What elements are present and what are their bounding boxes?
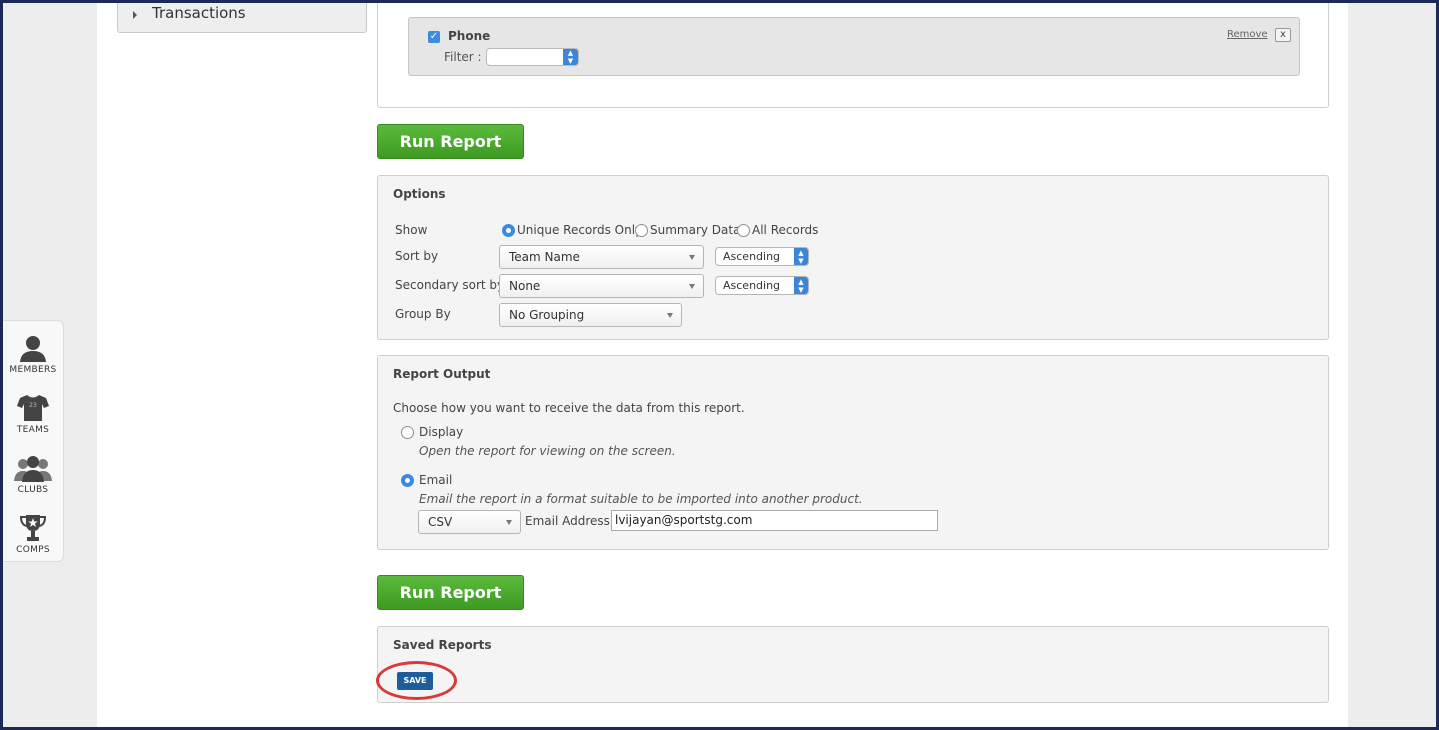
filter-fields-panel: ✓ Phone Filter : ▲ ▼ Remove x: [377, 0, 1329, 108]
group-icon: [14, 456, 52, 482]
radio-display-label: Display: [419, 425, 464, 439]
sort-by-label: Sort by: [395, 249, 439, 263]
secondary-sort-value: None: [509, 279, 541, 293]
trophy-icon: [19, 515, 47, 541]
options-title: Options: [393, 187, 446, 201]
nav-comps-label: COMPS: [16, 545, 50, 555]
group-by-value: No Grouping: [509, 308, 585, 322]
radio-summary-data[interactable]: [635, 224, 648, 237]
nav-members[interactable]: MEMBERS: [2, 333, 64, 375]
report-output-intro: Choose how you want to receive the data …: [393, 401, 745, 415]
secondary-sort-order-value: Ascending: [723, 279, 781, 292]
nav-clubs-label: CLUBS: [17, 485, 49, 495]
options-panel: Options Show Unique Records Only Summary…: [377, 175, 1329, 340]
radio-email-label: Email: [419, 473, 453, 487]
remove-filter-link[interactable]: Remove: [1227, 29, 1268, 40]
select-stepper-icon: ▲ ▼: [563, 49, 578, 65]
email-address-label: Email Address: [525, 514, 610, 528]
chevron-down-icon: [667, 313, 673, 318]
saved-reports-panel: Saved Reports SAVE: [376, 626, 1329, 703]
select-stepper-icon: ▲ ▼: [794, 248, 808, 265]
sort-by-value: Team Name: [509, 250, 580, 264]
nav-members-label: MEMBERS: [9, 365, 57, 375]
email-address-input[interactable]: lvijayan@sportstg.com: [611, 510, 938, 531]
secondary-sort-label: Secondary sort by: [395, 278, 505, 292]
email-description: Email the report in a format suitable to…: [419, 492, 863, 506]
radio-all-records[interactable]: [737, 224, 750, 237]
group-by-select[interactable]: No Grouping: [499, 303, 682, 327]
group-by-label: Group By: [395, 307, 451, 321]
radio-display[interactable]: [401, 426, 414, 439]
chevron-down-icon: [689, 255, 695, 260]
expand-arrow-icon: [133, 11, 137, 19]
member-icon: [20, 336, 46, 362]
run-report-button-bottom[interactable]: Run Report: [377, 575, 524, 610]
run-report-button[interactable]: Run Report: [377, 124, 524, 159]
filter-item-phone: ✓ Phone Filter : ▲ ▼ Remove x: [408, 17, 1300, 76]
nav-teams-label: TEAMS: [16, 425, 50, 435]
sidebar-item-transactions[interactable]: Transactions: [117, 0, 367, 33]
phone-checkbox[interactable]: ✓: [428, 31, 440, 43]
radio-unique-records[interactable]: [502, 224, 515, 237]
sort-order-select[interactable]: Ascending ▲ ▼: [715, 247, 809, 266]
highlight-circle: [376, 661, 457, 700]
radio-all-records-label: All Records: [752, 223, 819, 237]
report-output-panel: Report Output Choose how you want to rec…: [377, 355, 1329, 550]
radio-email[interactable]: [401, 474, 414, 487]
chevron-down-icon: [506, 520, 512, 525]
radio-unique-records-label: Unique Records Only: [517, 223, 643, 237]
left-nav: MEMBERS 23 TEAMS CLUBS COMPS: [2, 320, 64, 562]
nav-teams[interactable]: 23 TEAMS: [2, 393, 64, 435]
sort-by-select[interactable]: Team Name: [499, 245, 704, 269]
format-value: CSV: [428, 515, 453, 529]
display-description: Open the report for viewing on the scree…: [419, 444, 676, 458]
radio-summary-data-label: Summary Data: [650, 223, 741, 237]
secondary-sort-select[interactable]: None: [499, 274, 704, 298]
filter-select[interactable]: ▲ ▼: [486, 48, 579, 66]
format-select[interactable]: CSV: [418, 510, 521, 534]
remove-filter-button[interactable]: x: [1275, 28, 1291, 42]
secondary-sort-order-select[interactable]: Ascending ▲ ▼: [715, 276, 809, 295]
nav-comps[interactable]: COMPS: [2, 513, 64, 555]
jersey-icon: 23: [17, 395, 49, 421]
sort-order-value: Ascending: [723, 250, 781, 263]
nav-clubs[interactable]: CLUBS: [2, 453, 64, 495]
saved-reports-title: Saved Reports: [393, 638, 492, 652]
sidebar-item-label: Transactions: [152, 4, 246, 22]
svg-text:23: 23: [29, 402, 37, 409]
select-stepper-icon: ▲ ▼: [794, 277, 808, 294]
chevron-down-icon: [689, 284, 695, 289]
filter-field-name: Phone: [448, 29, 491, 43]
filter-label: Filter :: [444, 50, 482, 64]
report-output-title: Report Output: [393, 367, 491, 381]
show-label: Show: [395, 223, 428, 237]
